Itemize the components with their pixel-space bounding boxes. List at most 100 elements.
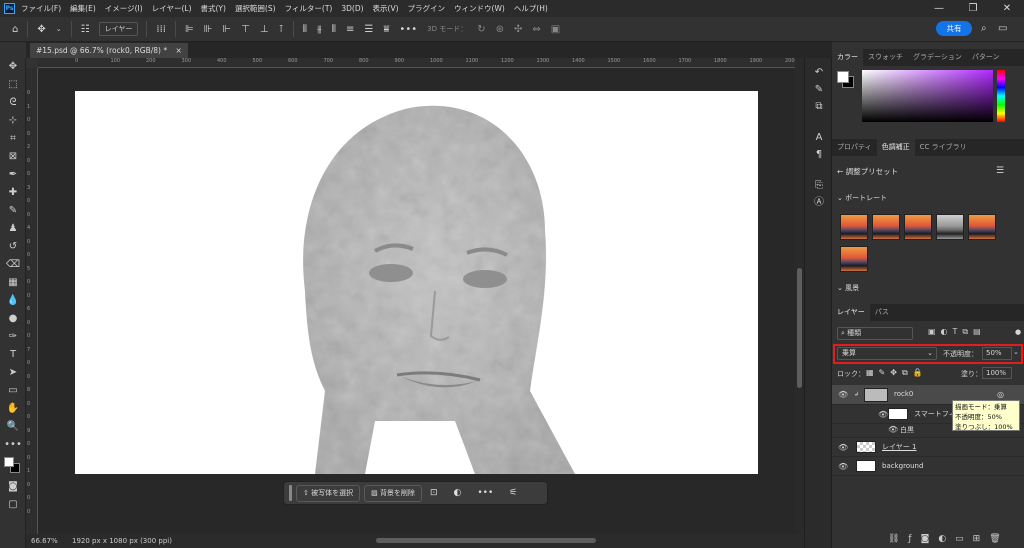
color-swatches[interactable]	[0, 454, 26, 478]
maximize-button[interactable]: ❐	[956, 0, 990, 17]
align-bottom-icon[interactable]: ⊺	[279, 24, 284, 35]
move-tool-icon[interactable]: ✥	[37, 24, 45, 35]
character-icon[interactable]: A	[805, 129, 833, 146]
tab-properties[interactable]: プロパティ	[832, 139, 877, 156]
photoshop-logo-icon[interactable]: Ps	[4, 3, 15, 14]
rectangle-tool-icon[interactable]: ▭	[0, 382, 26, 400]
document-tab[interactable]: #15.psd @ 66.7% (rock0, RGB/8) * ×	[30, 43, 188, 58]
auto-select-icon[interactable]: ☷	[81, 24, 90, 35]
3d-orbit-icon[interactable]: ↻	[477, 24, 485, 35]
align-top-icon[interactable]: ⊤	[241, 24, 250, 35]
gradient-tool-icon[interactable]: ▦	[0, 274, 26, 292]
close-tab-icon[interactable]: ×	[175, 46, 181, 55]
preset-thumbnail[interactable]	[872, 214, 900, 240]
list-view-icon[interactable]: ☰	[996, 166, 1004, 176]
menu-layer[interactable]: レイヤー(L)	[152, 3, 192, 14]
type-tool-icon[interactable]: T	[0, 346, 26, 364]
healing-brush-tool-icon[interactable]: ✚	[0, 184, 26, 202]
preset-thumbnail[interactable]	[904, 214, 932, 240]
menu-select[interactable]: 選択範囲(S)	[235, 3, 276, 14]
pen-tool-icon[interactable]: ✑	[0, 328, 26, 346]
auto-select-target-dropdown[interactable]: レイヤー	[98, 22, 139, 36]
tab-gradients[interactable]: グラデーション	[908, 49, 967, 66]
tab-cc-libraries[interactable]: CC ライブラリ	[915, 139, 972, 156]
lasso-tool-icon[interactable]: ᘓ	[0, 94, 26, 112]
more-options-icon[interactable]: •••	[399, 24, 417, 35]
history-brush-tool-icon[interactable]: ↺	[0, 238, 26, 256]
3d-slide-icon[interactable]: ⇔	[532, 24, 540, 35]
crop-tool-icon[interactable]: ⌗	[0, 130, 26, 148]
layer-row-layer1[interactable]: 👁 レイヤー 1	[832, 438, 1024, 457]
remove-background-button[interactable]: ▨ 背景を削除	[364, 484, 422, 502]
glyphs-icon[interactable]: ⎘	[805, 177, 833, 194]
select-subject-button[interactable]: ⇧ 被写体を選択	[296, 484, 361, 502]
search-icon[interactable]: ⌕	[981, 23, 987, 34]
3d-roll-icon[interactable]: ⊛	[496, 24, 504, 35]
foreground-color-swatch[interactable]	[4, 457, 14, 467]
close-window-button[interactable]: ✕	[990, 0, 1024, 17]
layer-row-background[interactable]: 👁 background	[832, 457, 1024, 476]
visibility-eye-icon[interactable]: 👁	[838, 438, 848, 457]
color-field[interactable]	[862, 70, 993, 122]
adjustment-icon[interactable]: ◐	[453, 488, 461, 498]
menu-edit[interactable]: 編集(E)	[70, 3, 96, 14]
settings-sliders-icon[interactable]: ⚟	[509, 488, 517, 498]
minimize-button[interactable]: —	[922, 0, 956, 17]
tab-adjustments[interactable]: 色調補正	[876, 139, 915, 156]
vertical-scroll-thumb[interactable]	[797, 268, 802, 388]
quick-mask-icon[interactable]: ◙	[0, 478, 26, 496]
object-selection-tool-icon[interactable]: ⊹	[0, 112, 26, 130]
brush-tool-icon[interactable]: ✎	[0, 202, 26, 220]
3d-scale-icon[interactable]: ▣	[551, 24, 560, 35]
lock-icons[interactable]: ▦✎✥⧉🔒	[866, 368, 928, 378]
home-icon[interactable]: ⌂	[12, 24, 18, 35]
preset-thumbnail[interactable]	[840, 214, 868, 240]
horizontal-scroll-thumb[interactable]	[376, 538, 596, 543]
move-tool-icon[interactable]: ✥	[0, 58, 26, 76]
menu-window[interactable]: ウィンドウ(W)	[454, 3, 505, 14]
tab-paths[interactable]: パス	[870, 304, 894, 321]
hand-tool-icon[interactable]: ✋	[0, 400, 26, 418]
visibility-eye-icon[interactable]: 👁	[838, 457, 848, 476]
drag-handle[interactable]	[289, 485, 292, 501]
layers-bottom-icons[interactable]: ⛓ƒ◙◐▭⊞🗑	[888, 534, 1010, 544]
blend-mode-dropdown[interactable]: 乗算 ⌄	[837, 347, 937, 360]
preset-thumbnail[interactable]	[936, 214, 964, 240]
artboard-tool-icon[interactable]: ⬚	[0, 76, 26, 94]
filter-toggle-icon[interactable]: ●	[1015, 328, 1021, 336]
layer-filter-icons[interactable]: ▣◐T⧉▤	[928, 327, 986, 337]
blur-tool-icon[interactable]: 💧	[0, 292, 26, 310]
eyedropper-tool-icon[interactable]: ✒	[0, 166, 26, 184]
more-icon[interactable]: •••	[477, 488, 493, 498]
menu-view[interactable]: 表示(V)	[373, 3, 399, 14]
dodge-tool-icon[interactable]: ●	[0, 310, 26, 328]
properties-icon[interactable]: ⧉	[805, 98, 833, 115]
menu-file[interactable]: ファイル(F)	[21, 3, 61, 14]
menu-3d[interactable]: 3D(D)	[341, 4, 363, 13]
workspace-icon[interactable]: ▭	[998, 23, 1007, 34]
3d-pan-icon[interactable]: ✣	[514, 24, 522, 35]
back-arrow-icon[interactable]: ←	[837, 167, 843, 176]
distribute-2-icon[interactable]: ⫵	[317, 24, 322, 35]
layer-filter-dropdown[interactable]: ⌕ 種類	[837, 327, 913, 340]
transform-controls-icon[interactable]: ⁞⁞⁞	[156, 24, 166, 35]
chevron-down-icon[interactable]: ⌄	[56, 25, 62, 33]
canvas-area[interactable]	[38, 68, 795, 534]
distribute-6-icon[interactable]: ⩸	[383, 24, 389, 35]
opacity-chevron-icon[interactable]: ⌄	[1013, 348, 1019, 356]
align-right-icon[interactable]: ⊩	[222, 24, 231, 35]
align-left-icon[interactable]: ⊫	[185, 24, 194, 35]
brush-settings-icon[interactable]: ✎	[805, 81, 833, 98]
visibility-eye-icon[interactable]: 👁	[838, 385, 848, 404]
tab-layers[interactable]: レイヤー	[832, 304, 870, 321]
tab-color[interactable]: カラー	[832, 49, 863, 66]
history-icon[interactable]: ↶	[805, 64, 833, 81]
clone-stamp-tool-icon[interactable]: ♟	[0, 220, 26, 238]
edit-toolbar-icon[interactable]: •••	[0, 436, 26, 454]
menu-plugins[interactable]: プラグイン	[408, 3, 446, 14]
hue-slider[interactable]	[997, 70, 1005, 122]
menu-type[interactable]: 書式(Y)	[201, 3, 226, 14]
fill-field[interactable]: 100%	[982, 367, 1012, 379]
align-center-icon[interactable]: ⊪	[204, 24, 213, 35]
tab-patterns[interactable]: パターン	[967, 49, 1005, 66]
